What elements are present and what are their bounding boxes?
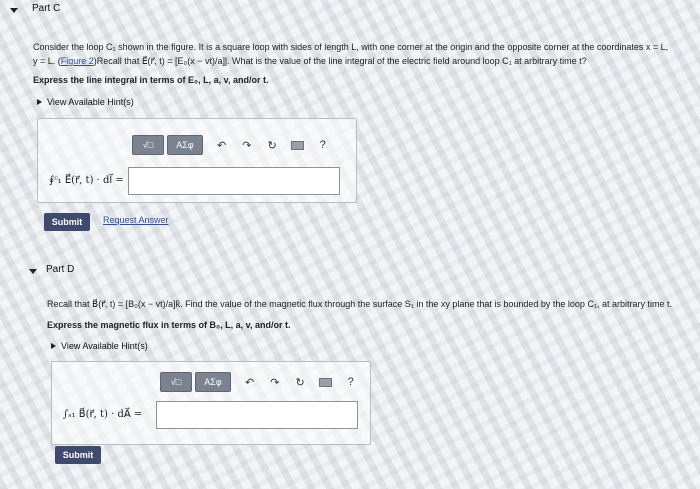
reset-icon[interactable]: ↻ bbox=[295, 376, 304, 389]
expand-hint-icon bbox=[37, 99, 42, 105]
redo-icon[interactable]: ↷ bbox=[270, 376, 279, 389]
part-c-title: Part C bbox=[32, 3, 61, 14]
template-button[interactable]: √□ bbox=[160, 372, 192, 392]
part-c-question-line1: Consider the loop C₁ shown in the figure… bbox=[33, 42, 669, 52]
part-c-expression-label: ∮ᶜ₁ E⃗(r⃗, t) · dl⃗ = bbox=[49, 175, 124, 186]
help-icon[interactable]: ? bbox=[320, 139, 326, 151]
part-d-title: Part D bbox=[46, 264, 75, 275]
help-icon[interactable]: ? bbox=[348, 376, 354, 388]
part-d-toolbar: √□ AΣφ ↶ ↷ ↻ ? bbox=[160, 372, 354, 392]
expand-hint-icon bbox=[51, 343, 56, 349]
undo-icon[interactable]: ↶ bbox=[217, 139, 226, 152]
greek-symbols-button[interactable]: AΣφ bbox=[195, 372, 231, 392]
part-c-line2-rest: )Recall that E⃗(r⃗, t) = [E₀(x − vt)/a]ĵ… bbox=[93, 56, 587, 66]
greek-symbols-button[interactable]: AΣφ bbox=[167, 135, 203, 155]
collapse-icon[interactable] bbox=[29, 266, 37, 277]
part-c-question-line2: y = L. (Figure 2)Recall that E⃗(r⃗, t) =… bbox=[33, 54, 587, 68]
part-c-hints-toggle[interactable]: View Available Hint(s) bbox=[37, 97, 134, 107]
part-c-submit-button[interactable]: Submit bbox=[44, 213, 90, 231]
figure-link[interactable]: Figure 2 bbox=[61, 56, 94, 66]
undo-icon[interactable]: ↶ bbox=[245, 376, 254, 389]
redo-icon[interactable]: ↷ bbox=[242, 139, 251, 152]
template-button[interactable]: √□ bbox=[132, 135, 164, 155]
part-d-instruction: Express the magnetic flux in terms of B₀… bbox=[47, 320, 291, 330]
part-c-hints-label: View Available Hint(s) bbox=[47, 97, 134, 107]
part-d-question-line1: Recall that B⃗(r⃗, t) = [B₀(x − vt)/a]k̂… bbox=[47, 299, 672, 309]
request-answer-link[interactable]: Request Answer bbox=[103, 215, 169, 225]
keyboard-icon[interactable] bbox=[290, 140, 304, 150]
keyboard-icon[interactable] bbox=[318, 377, 332, 387]
part-c-answer-input[interactable] bbox=[128, 167, 340, 195]
part-c-toolbar: √□ AΣφ ↶ ↷ ↻ ? bbox=[132, 135, 326, 155]
part-d-submit-button[interactable]: Submit bbox=[55, 446, 101, 464]
part-c-line2-prefix: y = L. ( bbox=[33, 56, 61, 66]
reset-icon[interactable]: ↻ bbox=[267, 139, 276, 152]
part-d-hints-label: View Available Hint(s) bbox=[61, 341, 148, 351]
part-d-hints-toggle[interactable]: View Available Hint(s) bbox=[51, 341, 148, 351]
collapse-icon[interactable] bbox=[10, 5, 18, 16]
part-d-expression-label: ∫ₛ₁ B⃗(r⃗, t) · dA⃗ = bbox=[63, 409, 143, 420]
part-c-instruction: Express the line integral in terms of E₀… bbox=[33, 75, 269, 85]
part-d-answer-input[interactable] bbox=[156, 401, 358, 429]
